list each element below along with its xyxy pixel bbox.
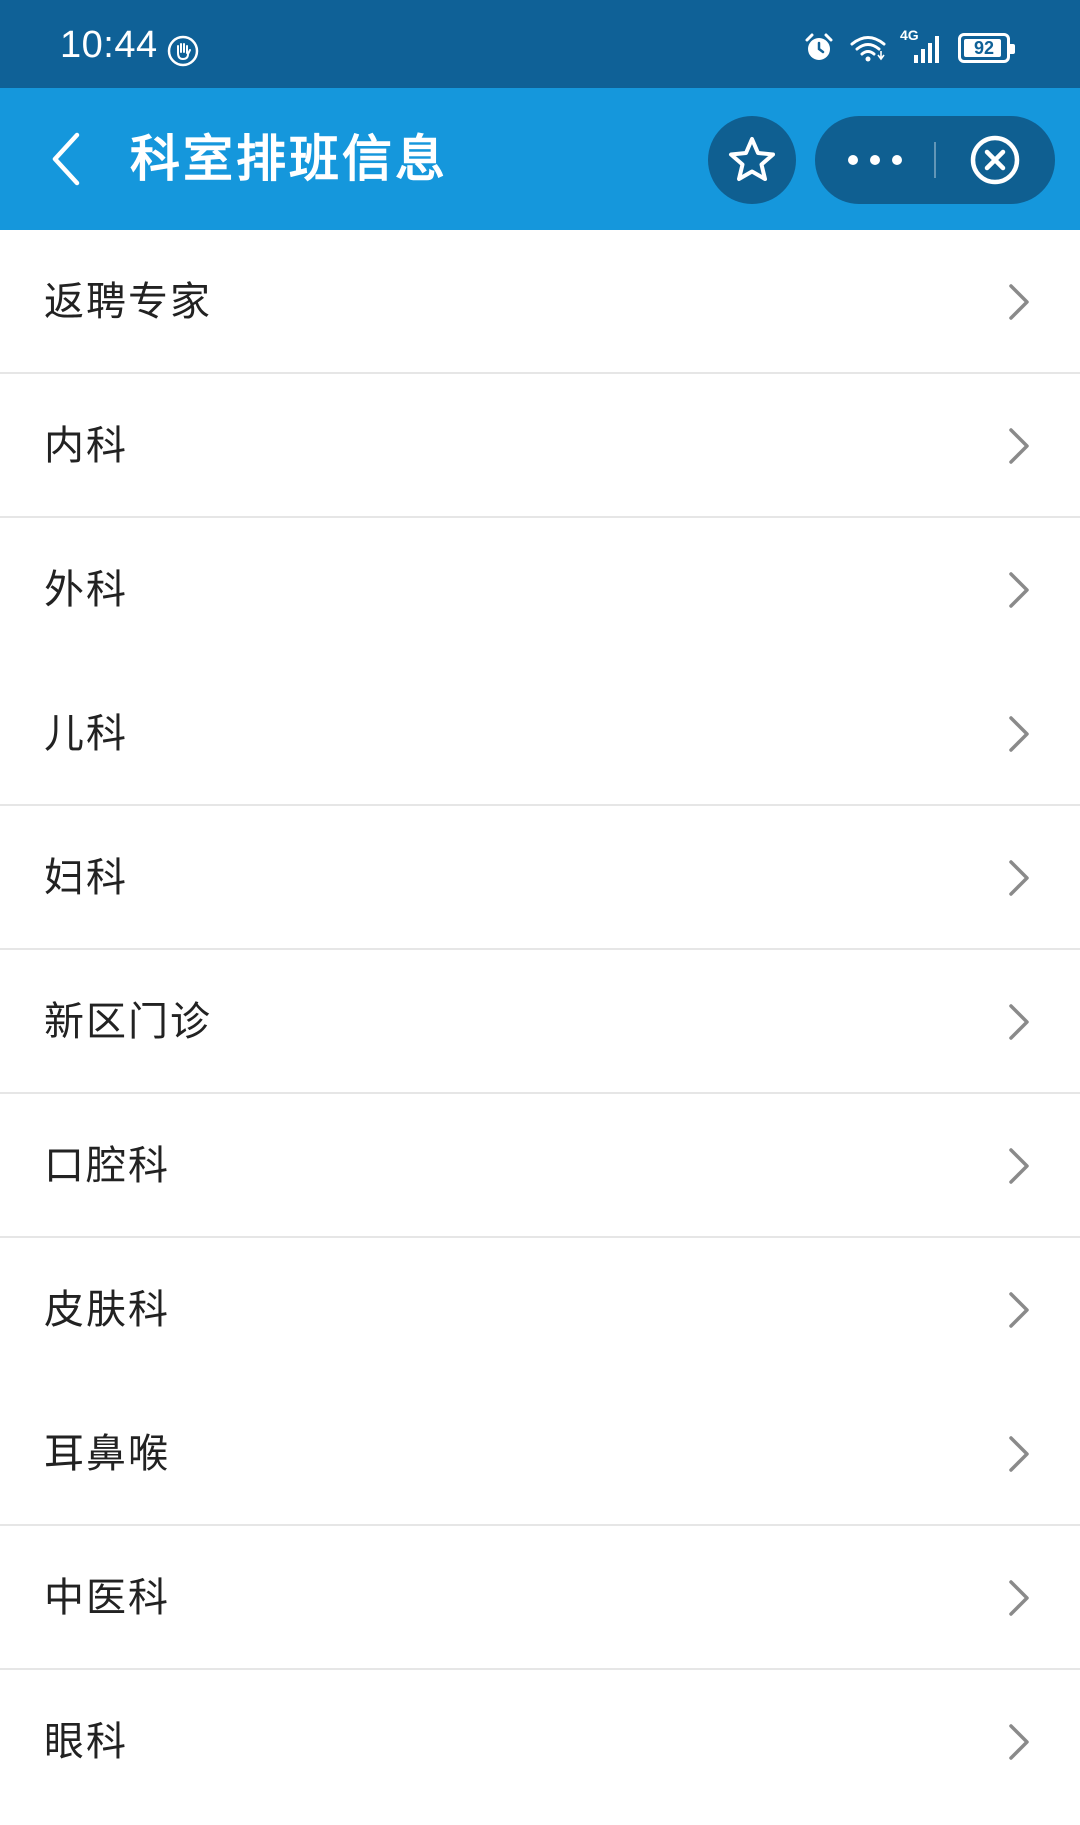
- nav-bar: 科室排班信息: [0, 88, 1080, 230]
- chevron-right-icon: [1009, 1292, 1029, 1328]
- list-item[interactable]: 眼科: [0, 1670, 1080, 1814]
- status-icons: 4G 92: [802, 27, 1020, 66]
- list-item[interactable]: 返聘专家: [0, 230, 1080, 374]
- chevron-right-icon: [1009, 572, 1029, 608]
- battery-icon: 92: [958, 33, 1015, 63]
- list-item[interactable]: 口腔科: [0, 1094, 1080, 1238]
- chevron-right-icon: [1009, 428, 1029, 464]
- list-item[interactable]: 儿科: [0, 662, 1080, 806]
- menu-capsule: [815, 116, 1055, 204]
- status-bar: 10:44 4G 92: [0, 0, 1080, 88]
- list-item[interactable]: 妇科: [0, 806, 1080, 950]
- chevron-right-icon: [1009, 1004, 1029, 1040]
- close-button[interactable]: [935, 116, 1055, 204]
- alarm-icon: [805, 33, 833, 60]
- list-item[interactable]: 内科: [0, 374, 1080, 518]
- list-item[interactable]: 中医科: [0, 1526, 1080, 1670]
- hand-icon: [167, 35, 199, 67]
- battery-level: 92: [973, 37, 995, 58]
- favorite-button[interactable]: [708, 116, 796, 204]
- status-time: 10:44: [60, 24, 158, 66]
- list-item-label: 内科: [44, 423, 128, 469]
- department-list: 返聘专家内科外科儿科妇科新区门诊口腔科皮肤科耳鼻喉中医科眼科: [0, 230, 1080, 1814]
- list-item[interactable]: 皮肤科: [0, 1238, 1080, 1382]
- chevron-right-icon: [1009, 1580, 1029, 1616]
- battery-tip: [1010, 44, 1015, 54]
- list-item[interactable]: 新区门诊: [0, 950, 1080, 1094]
- close-circle-icon: [970, 135, 1020, 185]
- list-item-label: 外科: [44, 567, 128, 613]
- list-item-label: 妇科: [44, 855, 128, 901]
- signal-indicator: 4G: [900, 27, 946, 65]
- more-button[interactable]: [815, 116, 935, 204]
- chevron-left-icon: [52, 132, 80, 186]
- list-item-label: 儿科: [44, 711, 128, 757]
- list-item-label: 眼科: [44, 1719, 128, 1765]
- list-item[interactable]: 耳鼻喉: [0, 1382, 1080, 1526]
- page-title: 科室排班信息: [130, 130, 448, 188]
- chevron-right-icon: [1009, 284, 1029, 320]
- signal-icon: [914, 36, 939, 63]
- list-item-label: 返聘专家: [44, 279, 212, 325]
- chevron-right-icon: [1009, 1724, 1029, 1760]
- app-screen: 10:44 4G 92 科室排班信息 返聘专家 内科 外科 儿科 妇科 新区门诊…: [0, 0, 1080, 1825]
- list-item-label: 耳鼻喉: [44, 1431, 170, 1477]
- chevron-right-icon: [1009, 1436, 1029, 1472]
- chevron-right-icon: [1009, 1148, 1029, 1184]
- list-item-label: 中医科: [44, 1575, 170, 1621]
- list-item-label: 皮肤科: [44, 1287, 170, 1333]
- chevron-right-icon: [1009, 716, 1029, 752]
- star-icon: [729, 137, 775, 181]
- list-item[interactable]: 外科: [0, 518, 1080, 662]
- more-dots-icon: [848, 155, 902, 165]
- wifi-icon: [850, 36, 886, 62]
- list-item-label: 口腔科: [44, 1143, 170, 1189]
- back-button[interactable]: [36, 124, 96, 194]
- list-item-label: 新区门诊: [44, 999, 212, 1045]
- chevron-right-icon: [1009, 860, 1029, 896]
